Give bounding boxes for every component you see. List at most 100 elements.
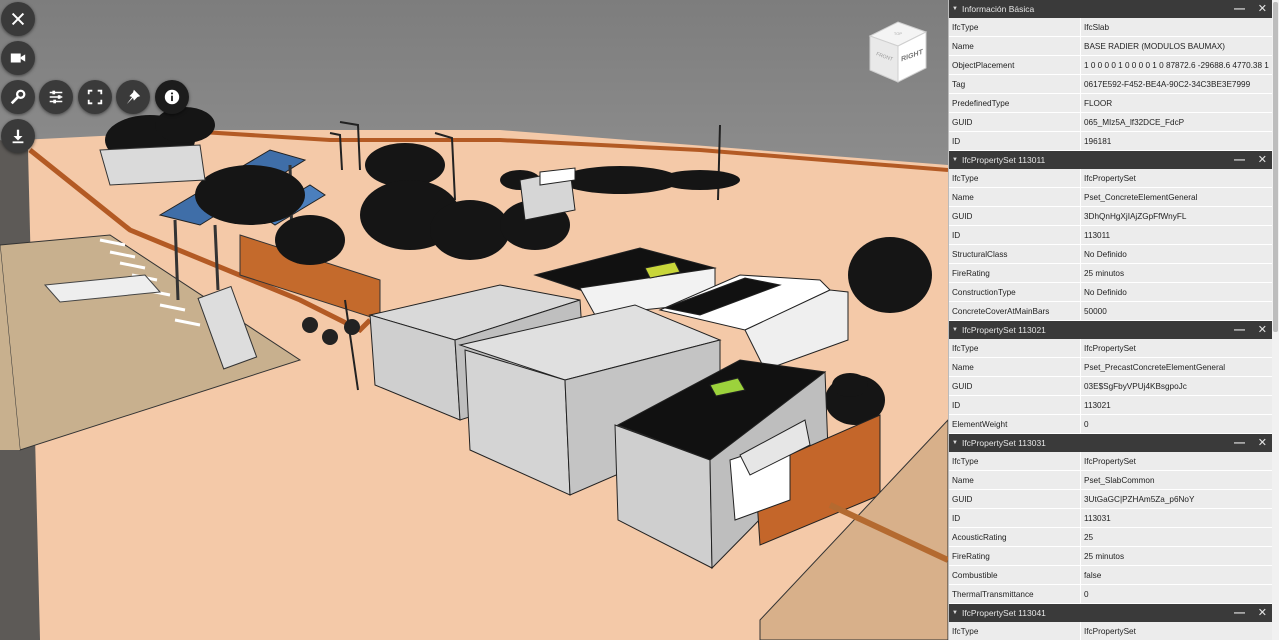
property-key: ConstructionType <box>949 283 1081 301</box>
download-button[interactable] <box>1 119 35 153</box>
property-key: ThermalTransmittance <box>949 585 1081 603</box>
property-key: ObjectPlacement <box>949 56 1081 74</box>
property-value: IfcSlab <box>1081 18 1279 36</box>
property-key: ElementWeight <box>949 415 1081 433</box>
property-key: FireRating <box>949 264 1081 282</box>
3d-viewport[interactable]: RIGHT FRONT TOP <box>0 0 948 640</box>
settings-button[interactable] <box>39 80 73 114</box>
pin-icon <box>126 89 141 105</box>
property-row: IfcType IfcPropertySet <box>949 452 1279 471</box>
property-key: Tag <box>949 75 1081 93</box>
property-value: IfcPropertySet <box>1081 169 1279 187</box>
minimize-icon[interactable]: — <box>1234 1 1245 17</box>
property-key: Name <box>949 188 1081 206</box>
property-value: No Definido <box>1081 245 1279 263</box>
property-value: 113031 <box>1081 509 1279 527</box>
close-icon[interactable]: ✕ <box>1258 435 1267 451</box>
property-key: Combustible <box>949 566 1081 584</box>
property-row: Name BASE RADIER (MODULOS BAUMAX) <box>949 37 1279 56</box>
view-cube[interactable]: RIGHT FRONT TOP <box>864 18 930 84</box>
property-key: ID <box>949 396 1081 414</box>
sliders-icon <box>49 90 63 104</box>
collapse-triangle-icon[interactable]: ▼ <box>952 157 958 163</box>
property-value: 065_MIz5A_lf32DCE_FdcP <box>1081 113 1279 131</box>
properties-panel[interactable]: ▼ Información Básica — ✕ IfcType IfcSlab Name B… <box>948 0 1279 640</box>
minimize-icon[interactable]: — <box>1234 435 1245 451</box>
property-key: Name <box>949 471 1081 489</box>
property-value: Pset_PrecastConcreteElementGeneral <box>1081 358 1279 376</box>
property-row: FireRating 25 minutos <box>949 547 1279 566</box>
close-icon <box>11 12 25 26</box>
property-row: ID 113011 <box>949 226 1279 245</box>
property-row: PredefinedType FLOOR <box>949 94 1279 113</box>
property-row: ID 113021 <box>949 396 1279 415</box>
property-row: Name Pset_SlabCommon <box>949 471 1279 490</box>
minimize-icon[interactable]: — <box>1234 152 1245 168</box>
property-value: 0617E592-F452-BE4A-90C2-34C3BE3E7999 <box>1081 75 1279 93</box>
property-row: IfcType IfcPropertySet <box>949 169 1279 188</box>
property-value: 113021 <box>1081 396 1279 414</box>
minimize-icon[interactable]: — <box>1234 322 1245 338</box>
property-row: Combustible false <box>949 566 1279 585</box>
section-header[interactable]: ▼ IfcPropertySet 113031 — ✕ <box>949 434 1279 452</box>
property-row: IfcType IfcSlab <box>949 18 1279 37</box>
close-icon[interactable]: ✕ <box>1258 152 1267 168</box>
section-title: IfcPropertySet 113021 <box>961 325 1046 335</box>
section-title: IfcPropertySet 113031 <box>961 438 1046 448</box>
close-icon[interactable]: ✕ <box>1258 605 1267 621</box>
property-value: 3UtGaGC|PZHAm5Za_p6NoY <box>1081 490 1279 508</box>
property-value: 0 <box>1081 415 1279 433</box>
property-row: ElementWeight 0 <box>949 415 1279 434</box>
property-row: Name Pset_PrecastConcreteElementGeneral <box>949 358 1279 377</box>
property-value: 0 <box>1081 585 1279 603</box>
property-row: IfcType IfcPropertySet <box>949 339 1279 358</box>
section-header[interactable]: ▼ IfcPropertySet 113021 — ✕ <box>949 321 1279 339</box>
panel-scrollbar-thumb[interactable] <box>1273 2 1278 332</box>
property-row: GUID 03E$SgFbyVPUj4KBsgpoJc <box>949 377 1279 396</box>
property-value: 03E$SgFbyVPUj4KBsgpoJc <box>1081 377 1279 395</box>
close-button[interactable] <box>1 2 35 36</box>
property-key: IfcType <box>949 622 1081 640</box>
property-row: StructuralClass No Definido <box>949 245 1279 264</box>
property-value: 196181 <box>1081 132 1279 150</box>
property-value: IfcPropertySet <box>1081 452 1279 470</box>
property-key: ID <box>949 132 1081 150</box>
property-value: 3DhQnHgXjIAjZGpFfWnyFL <box>1081 207 1279 225</box>
property-row: ID 113031 <box>949 509 1279 528</box>
collapse-triangle-icon[interactable]: ▼ <box>952 610 958 616</box>
property-key: FireRating <box>949 547 1081 565</box>
property-row: ConcreteCoverAtMainBars 50000 <box>949 302 1279 321</box>
property-value: FLOOR <box>1081 94 1279 112</box>
info-button[interactable] <box>155 80 189 114</box>
tools-button[interactable] <box>1 80 35 114</box>
section-header[interactable]: ▼ IfcPropertySet 113041 — ✕ <box>949 604 1279 622</box>
property-value: IfcPropertySet <box>1081 622 1279 640</box>
wrench-icon <box>10 89 26 105</box>
camera-button[interactable] <box>1 41 35 75</box>
panel-scrollbar[interactable] <box>1272 0 1279 640</box>
close-icon[interactable]: ✕ <box>1258 322 1267 338</box>
property-key: IfcType <box>949 339 1081 357</box>
property-value: 25 minutos <box>1081 264 1279 282</box>
section-header[interactable]: ▼ IfcPropertySet 113011 — ✕ <box>949 151 1279 169</box>
collapse-triangle-icon[interactable]: ▼ <box>952 6 958 12</box>
property-row: ThermalTransmittance 0 <box>949 585 1279 604</box>
property-key: PredefinedType <box>949 94 1081 112</box>
property-key: GUID <box>949 377 1081 395</box>
property-value: 113011 <box>1081 226 1279 244</box>
collapse-triangle-icon[interactable]: ▼ <box>952 440 958 446</box>
minimize-icon[interactable]: — <box>1234 605 1245 621</box>
download-icon <box>12 129 24 144</box>
property-key: Name <box>949 358 1081 376</box>
property-value: false <box>1081 566 1279 584</box>
section-header[interactable]: ▼ Información Básica — ✕ <box>949 0 1279 18</box>
collapse-triangle-icon[interactable]: ▼ <box>952 327 958 333</box>
fullscreen-button[interactable] <box>78 80 112 114</box>
property-key: GUID <box>949 113 1081 131</box>
close-icon[interactable]: ✕ <box>1258 1 1267 17</box>
info-icon <box>164 89 180 105</box>
property-value: Pset_SlabCommon <box>1081 471 1279 489</box>
property-row: ID 196181 <box>949 132 1279 151</box>
pin-button[interactable] <box>116 80 150 114</box>
property-value: 25 <box>1081 528 1279 546</box>
